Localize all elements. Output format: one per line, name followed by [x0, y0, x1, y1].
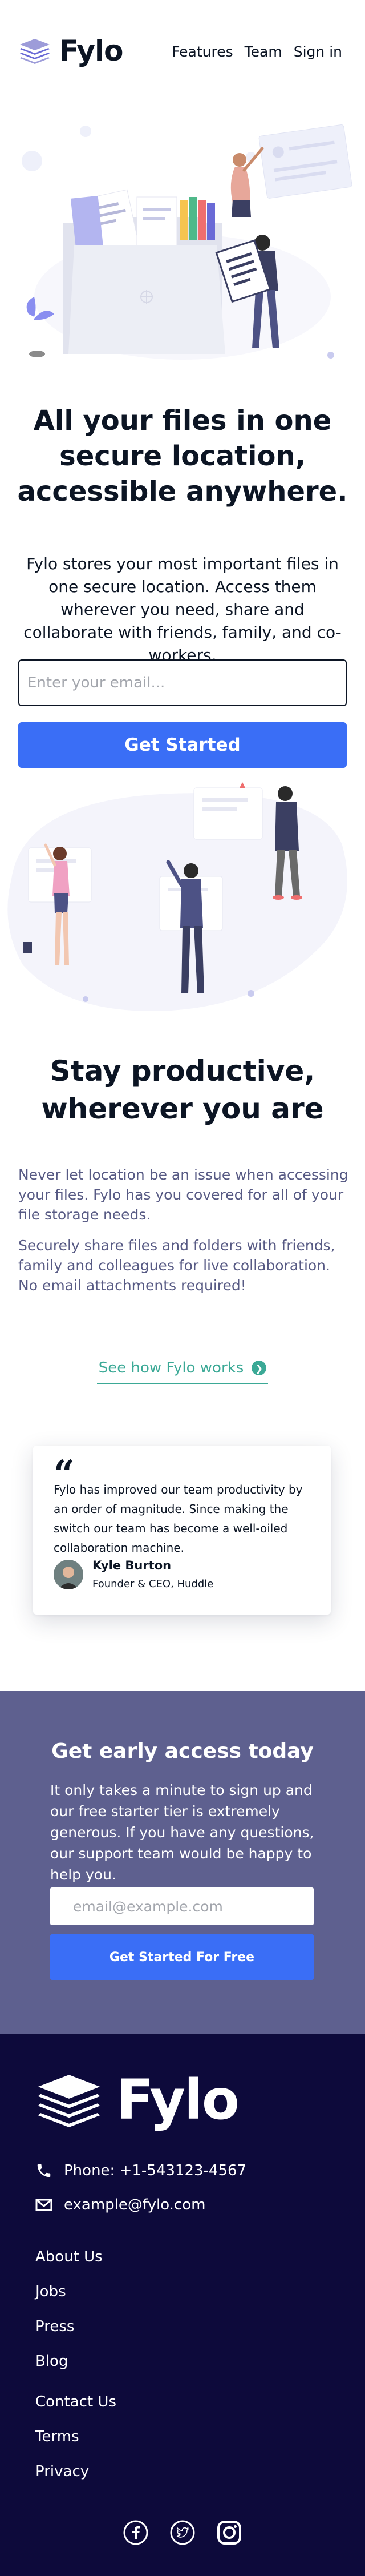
footer-phone: Phone: +1-543123-4567 — [35, 2162, 246, 2179]
productive-title-line-1: Stay productive, — [50, 1054, 315, 1088]
footer-link-privacy[interactable]: Privacy — [35, 2463, 116, 2498]
testimonial-quote: Fylo has improved our team productivity … — [54, 1483, 303, 1555]
early-access-section: Get early access today It only takes a m… — [0, 1691, 365, 2034]
footer-link-about-us[interactable]: About Us — [35, 2248, 103, 2283]
footer-brand-name: Fylo — [116, 2068, 240, 2132]
logo-icon — [20, 39, 50, 64]
brand-logo[interactable]: Fylo — [18, 34, 124, 67]
hero-illustration — [22, 124, 352, 360]
productive-paragraph-1: Never let location be an issue when acce… — [18, 1166, 348, 1223]
instagram-icon[interactable] — [214, 2518, 244, 2547]
avatar — [54, 1560, 83, 1589]
footer-phone-text: Phone: +1-543123-4567 — [64, 2162, 247, 2179]
brand-name: Fylo — [59, 34, 124, 67]
footer-email: example@fylo.com — [35, 2196, 205, 2213]
get-started-free-button[interactable]: Get Started For Free — [50, 1934, 314, 1980]
phone-icon — [37, 2164, 51, 2177]
hero-email-input[interactable] — [18, 659, 347, 706]
nav-sign-in[interactable]: Sign in — [294, 43, 342, 60]
footer-link-jobs[interactable]: Jobs — [35, 2283, 103, 2318]
productive-title: Stay productive, wherever you are — [17, 1052, 348, 1128]
nav-team[interactable]: Team — [245, 43, 282, 60]
hero-title-line-1: All your files in one — [33, 405, 332, 437]
see-how-fylo-works-link[interactable]: See how Fylo works ❯ — [97, 1353, 268, 1384]
early-access-title: Get early access today — [51, 1740, 314, 1763]
social-links — [121, 2518, 244, 2547]
footer: Fylo Phone: +1-543123-4567 example@fylo.… — [0, 2034, 365, 2576]
twitter-icon[interactable] — [168, 2518, 197, 2547]
logo-icon — [38, 2075, 100, 2127]
header: Fylo Features Team Sign in — [0, 0, 365, 103]
productive-illustration — [7, 782, 348, 1011]
hero-title-line-3: accessible anywhere. — [17, 476, 348, 508]
hero-description: Fylo stores your most important files in… — [23, 554, 342, 665]
hero-title-line-2: secure location, — [59, 440, 306, 472]
see-how-link-label: See how Fylo works — [98, 1359, 244, 1376]
hero-title: All your files in one secure location, a… — [17, 403, 348, 509]
testimonial-name: Kyle Burton — [92, 1559, 172, 1572]
testimonial-role: Founder & CEO, Huddle — [92, 1578, 214, 1590]
facebook-icon[interactable] — [121, 2518, 151, 2547]
footer-links-group-2: Contact Us Terms Privacy — [35, 2393, 116, 2498]
testimonial-card: “ Fylo has improved our team productivit… — [33, 1446, 331, 1615]
footer-links-group-1: About Us Jobs Press Blog — [35, 2248, 103, 2388]
footer-link-press[interactable]: Press — [35, 2318, 103, 2353]
early-access-email-input[interactable] — [50, 1887, 314, 1925]
footer-link-blog[interactable]: Blog — [35, 2353, 103, 2388]
footer-brand-logo[interactable]: Fylo — [34, 2068, 240, 2132]
productive-paragraph-2: Securely share files and folders with fr… — [18, 1237, 335, 1294]
productive-title-line-2: wherever you are — [41, 1092, 324, 1125]
get-started-button[interactable]: Get Started — [18, 722, 347, 768]
footer-email-text[interactable]: example@fylo.com — [64, 2196, 205, 2213]
footer-link-terms[interactable]: Terms — [35, 2428, 116, 2463]
footer-link-contact-us[interactable]: Contact Us — [35, 2393, 116, 2428]
arrow-right-icon: ❯ — [252, 1361, 267, 1375]
early-access-description: It only takes a minute to sign up and ou… — [50, 1782, 314, 1883]
nav-features[interactable]: Features — [172, 43, 233, 60]
main-nav: Features Team Sign in — [172, 43, 342, 60]
email-icon — [35, 2199, 52, 2211]
